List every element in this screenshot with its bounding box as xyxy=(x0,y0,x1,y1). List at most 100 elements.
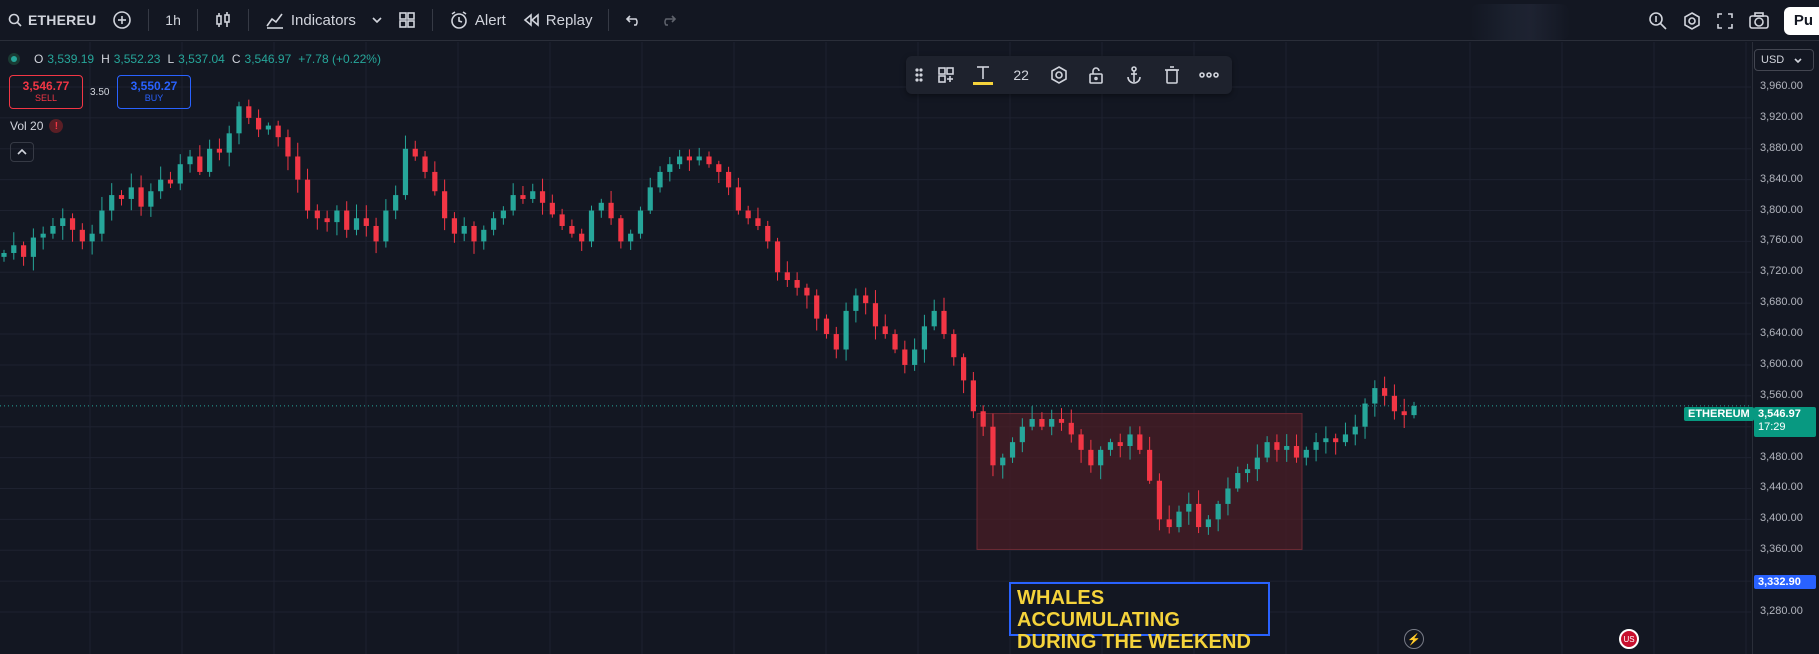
text-annotation[interactable]: WHALES ACCUMULATING DURING THE WEEKEND xyxy=(1009,582,1270,653)
candle-body xyxy=(814,295,820,319)
candle-body xyxy=(1156,480,1163,520)
spread-value: 3.50 xyxy=(90,87,110,98)
candle-body xyxy=(246,106,252,118)
collapse-legend-button[interactable] xyxy=(10,142,34,162)
currency-select[interactable]: USD xyxy=(1754,49,1814,71)
sell-button[interactable]: 3,546.77 SELL xyxy=(9,75,83,109)
fullscreen-icon[interactable] xyxy=(1716,12,1734,30)
alert-button[interactable]: Alert xyxy=(441,4,514,36)
symbol-status-dot xyxy=(8,53,20,65)
candle-body xyxy=(1166,519,1172,528)
candle-body xyxy=(716,164,722,172)
layouts-button[interactable] xyxy=(390,4,424,36)
candle-body xyxy=(530,191,536,199)
template-icon[interactable] xyxy=(929,60,963,90)
candle-body xyxy=(520,195,526,199)
candle-body xyxy=(1117,442,1123,447)
price-tick-label: 3,480.00 xyxy=(1760,450,1803,463)
candle-body xyxy=(1244,469,1251,474)
candle-body xyxy=(882,326,888,335)
undo-button[interactable] xyxy=(617,4,651,36)
camera-icon[interactable] xyxy=(1748,11,1770,30)
high-value: 3,552.23 xyxy=(113,52,161,66)
last-price-label: 3,546.97 17:29 xyxy=(1754,407,1816,437)
candle-body xyxy=(794,280,800,288)
candle-body xyxy=(236,106,242,134)
candle-body xyxy=(158,179,164,192)
candle-body xyxy=(539,191,546,203)
candle-body xyxy=(422,156,428,172)
quick-search-icon[interactable] xyxy=(1648,11,1668,31)
settings-icon[interactable] xyxy=(1042,60,1076,90)
candle-body xyxy=(304,179,311,211)
sell-price: 3,546.77 xyxy=(22,79,70,93)
candle-body xyxy=(1137,434,1143,450)
interval-button[interactable]: 1h xyxy=(157,4,189,36)
low-value: 3,537.04 xyxy=(178,52,225,66)
candle-body xyxy=(941,310,947,335)
top-toolbar: ETHEREU 1h Indicators Alert Replay Pu xyxy=(0,0,1819,41)
replay-button[interactable]: Replay xyxy=(514,4,601,36)
candle-body xyxy=(1098,449,1104,466)
volume-legend[interactable]: Vol 20 ! xyxy=(10,119,64,133)
alert-label: Alert xyxy=(474,11,506,29)
price-axis[interactable] xyxy=(1752,42,1819,654)
font-size-value[interactable]: 22 xyxy=(1004,60,1038,90)
trash-icon[interactable] xyxy=(1155,60,1189,90)
anchor-icon[interactable] xyxy=(1117,60,1151,90)
publish-button[interactable]: Pu xyxy=(1783,6,1819,35)
annotation-line-1: WHALES ACCUMULATING xyxy=(1017,587,1181,631)
redo-button[interactable] xyxy=(651,4,685,36)
indicators-button[interactable]: Indicators xyxy=(257,4,390,36)
candle-body xyxy=(1039,418,1045,427)
candle-body xyxy=(1019,426,1025,443)
candle-body xyxy=(60,218,66,226)
price-tick-label: 3,680.00 xyxy=(1760,296,1803,309)
candlestick-plot[interactable] xyxy=(0,42,1751,654)
candle-body xyxy=(1088,449,1094,466)
open-value: 3,539.19 xyxy=(47,52,95,66)
candle-body xyxy=(1264,442,1270,458)
high-key: H xyxy=(101,52,110,66)
candle-body xyxy=(383,210,389,242)
chart-type-button[interactable] xyxy=(206,4,240,36)
chevron-down-icon[interactable] xyxy=(372,17,382,23)
text-color-icon[interactable] xyxy=(967,60,1001,90)
annotation-line-2: DURING THE WEEKEND xyxy=(1017,631,1252,653)
candle-body xyxy=(784,272,790,281)
candle-body xyxy=(20,245,27,257)
alarm-clock-icon xyxy=(449,10,469,30)
lightning-icon[interactable]: ⚡ xyxy=(1404,629,1424,649)
candle-body xyxy=(1235,473,1241,489)
candle-body xyxy=(1382,388,1388,396)
candle-body xyxy=(931,310,937,327)
lock-icon[interactable] xyxy=(1080,60,1114,90)
more-options-icon[interactable] xyxy=(1192,60,1226,90)
candle-body xyxy=(118,195,125,199)
candle-body xyxy=(1401,411,1407,416)
candle-body xyxy=(295,156,301,180)
open-key: O xyxy=(34,52,44,66)
candle-body xyxy=(677,156,683,165)
candle-body xyxy=(1225,488,1231,504)
change-value: +7.78 (+0.22%) xyxy=(298,52,381,66)
interval-label: 1h xyxy=(165,12,181,28)
buy-button[interactable]: 3,550.27 BUY xyxy=(117,75,191,109)
symbol-search-button[interactable]: ETHEREU xyxy=(0,4,104,36)
candle-body xyxy=(1078,434,1084,450)
candle-body xyxy=(461,225,467,234)
compare-add-button[interactable] xyxy=(104,4,140,36)
candle-body xyxy=(843,310,849,350)
drag-handle-icon[interactable] xyxy=(912,60,925,90)
replay-label: Replay xyxy=(545,11,593,29)
candle-body xyxy=(481,229,487,242)
candle-body xyxy=(745,210,751,219)
settings-icon[interactable] xyxy=(1682,11,1702,31)
candle-body xyxy=(412,148,418,157)
price-chart[interactable] xyxy=(0,42,1751,654)
grid-icon xyxy=(398,11,416,29)
us-flag-icon[interactable]: US xyxy=(1619,629,1639,649)
warning-icon[interactable]: ! xyxy=(49,119,64,133)
candle-body xyxy=(598,202,604,211)
candle-body xyxy=(579,233,585,242)
